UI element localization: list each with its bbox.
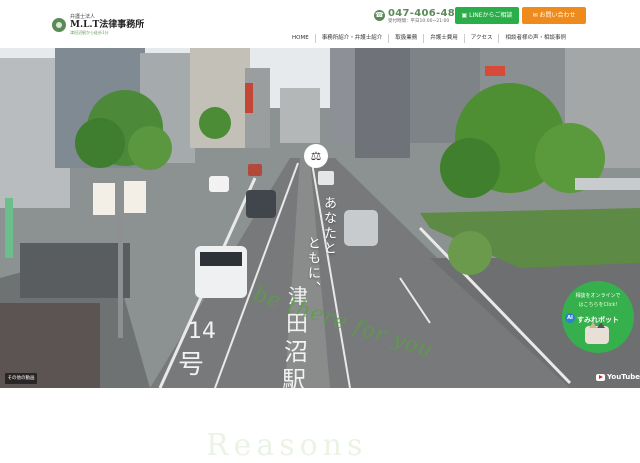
line-icon: ▣ [461, 12, 468, 19]
main-nav: HOME 事務所紹介・弁護士紹介 取扱業務 弁護士費用 アクセス 相談者様の声・… [286, 32, 572, 44]
logo-emblem-icon [52, 17, 66, 32]
line-consult-button[interactable]: ▣ LINEからご相談 [455, 7, 519, 24]
chatbot-line1: 相談をオンラインで [575, 293, 621, 299]
logo-text: 弁護士法人 M.L.T法律事務所 津田沼駅から徒歩1分 [70, 14, 144, 35]
youtube-icon [596, 373, 605, 381]
cat-avatar-icon [585, 322, 609, 344]
logo[interactable]: 弁護士法人 M.L.T法律事務所 津田沼駅から徒歩1分 [52, 14, 144, 35]
nav-item-home[interactable]: HOME [286, 34, 315, 43]
logo-name: M.L.T法律事務所 [70, 20, 145, 30]
line-button-label: LINEからご相談 [469, 12, 513, 19]
hero-tagline-line1: あなたと [321, 196, 336, 256]
contact-button[interactable]: ✉ お問い合わせ [522, 7, 586, 24]
nav-item-access[interactable]: アクセス [463, 33, 499, 43]
svg-text:14: 14 [188, 319, 216, 344]
svg-text:駅: 駅 [282, 366, 306, 388]
youtube-label: YouTube [607, 373, 640, 381]
scales-icon: ⚖ [304, 144, 328, 168]
youtube-link[interactable]: YouTube [596, 373, 640, 381]
svg-text:沼: 沼 [284, 338, 308, 366]
more-videos-button[interactable]: その他の動画 [5, 373, 37, 384]
nav-item-voices[interactable]: 相談者様の声・相談事例 [498, 33, 572, 43]
phone-icon: ☎ [374, 10, 385, 21]
svg-text:号: 号 [178, 350, 204, 380]
site-header: 弁護士法人 M.L.T法律事務所 津田沼駅から徒歩1分 ☎ 047-406-48… [0, 0, 640, 48]
nav-item-fees[interactable]: 弁護士費用 [423, 33, 464, 43]
chatbot-button[interactable]: 相談をオンラインで はこちらをClick! AI すみれボット [562, 281, 634, 353]
mail-icon: ✉ [532, 12, 538, 19]
contact-button-label: お問い合わせ [539, 12, 576, 19]
chatbot-line2: はこちらをClick! [578, 302, 618, 308]
hero-tagline-line2: ともに、 [305, 236, 320, 296]
section-heading-reasons: Reasons [206, 428, 368, 463]
nav-item-practice[interactable]: 取扱業務 [388, 33, 423, 43]
logo-subtitle: 津田沼駅から徒歩1分 [70, 30, 109, 35]
nav-item-about[interactable]: 事務所紹介・弁護士紹介 [314, 33, 389, 43]
hero-video[interactable]: 14 号 津 田 沼 駅 ⚖ あなたと ともに、 be there for yo… [0, 48, 640, 388]
